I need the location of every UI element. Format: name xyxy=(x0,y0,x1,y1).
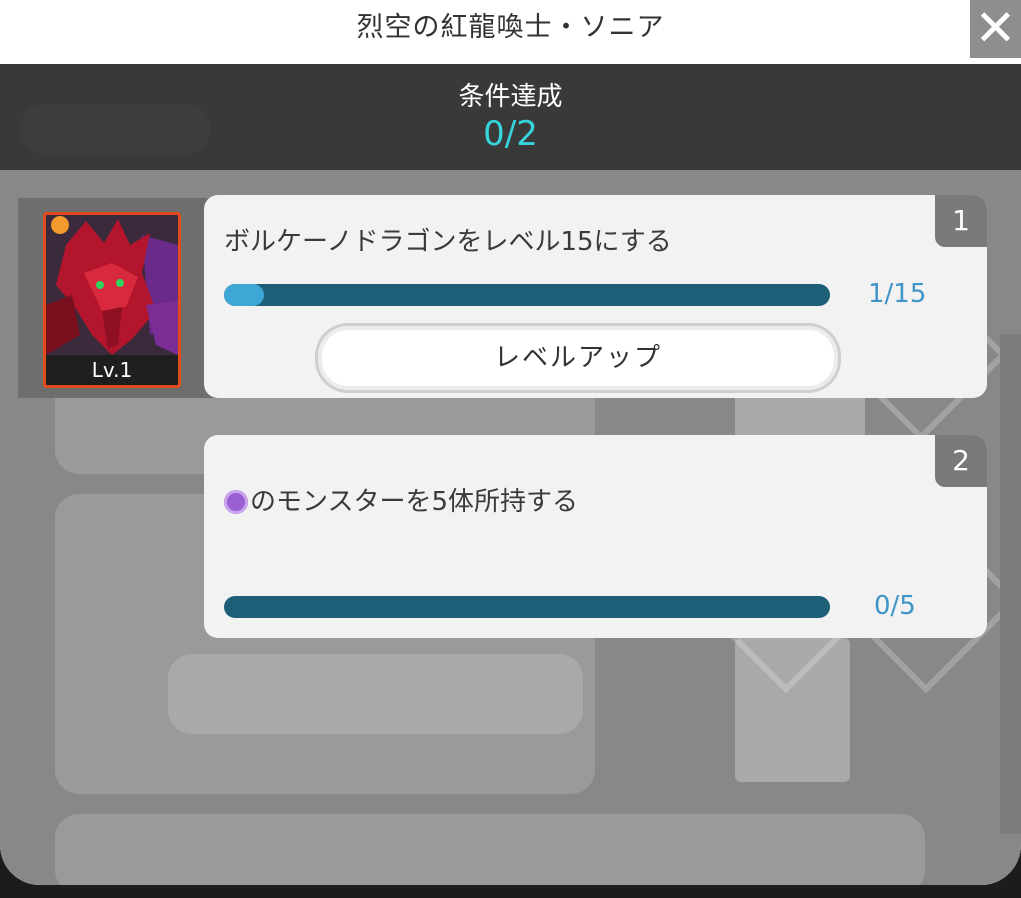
condition-text-label: のモンスターを5体所持する xyxy=(250,487,579,517)
condition-count: 0/5 xyxy=(874,591,916,621)
background-decoration xyxy=(168,654,583,734)
condition-progress-fill xyxy=(224,284,265,306)
achievement-header: 条件達成 0/2 xyxy=(0,64,1021,170)
header-title: 条件達成 xyxy=(458,82,563,112)
condition-progress-bar xyxy=(224,596,830,618)
level-up-button[interactable]: レベルアップ xyxy=(318,326,838,390)
condition-text: のモンスターを5体所持する xyxy=(224,481,578,518)
background-decoration xyxy=(1000,334,1021,834)
condition-card-2: 2 のモンスターを5体所持する 0/5 xyxy=(204,435,987,638)
screen-background: 烈空の紅龍喚士・ソニア ✕ 条件達成 0/2 Lv.1 1 ボルケーノドラゴンを… xyxy=(0,0,1021,898)
condition-number: 2 xyxy=(935,435,987,487)
background-decoration xyxy=(55,814,925,885)
condition-count: 1/15 xyxy=(868,279,927,309)
dialog-title: 烈空の紅龍喚士・ソニア xyxy=(0,0,1021,64)
close-icon[interactable]: ✕ xyxy=(970,0,1021,58)
purple-attribute-orb-icon xyxy=(224,490,248,514)
monster-portrait[interactable]: Lv.1 xyxy=(43,212,181,388)
dialog-content: 条件達成 0/2 Lv.1 1 ボルケーノドラゴンをレベル15にする 1/15 … xyxy=(0,64,1021,885)
condition-progress-bar xyxy=(224,284,830,306)
dialog-panel: 烈空の紅龍喚士・ソニア ✕ 条件達成 0/2 Lv.1 1 ボルケーノドラゴンを… xyxy=(0,0,1021,885)
condition-text: ボルケーノドラゴンをレベル15にする xyxy=(224,227,672,257)
monster-level: Lv.1 xyxy=(46,355,178,385)
condition-number: 1 xyxy=(935,195,987,247)
header-progress: 0/2 xyxy=(483,114,538,154)
